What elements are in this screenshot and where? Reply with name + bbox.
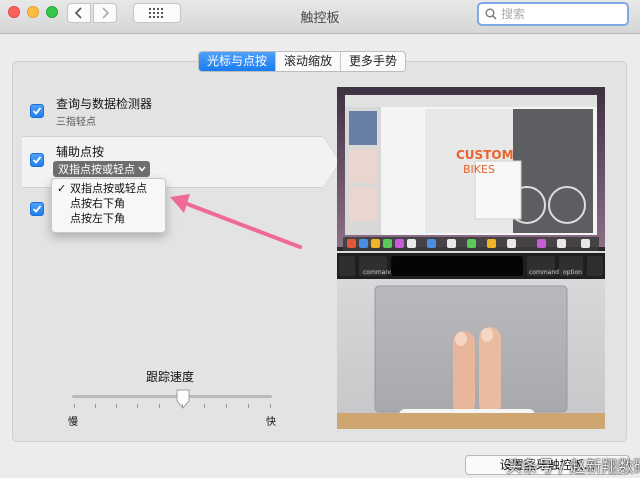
tab-bar: 光标与点按 滚动缩放 更多手势 <box>198 51 407 72</box>
third-option-checkbox[interactable] <box>30 202 44 216</box>
annotation-arrow <box>170 194 302 249</box>
title-bar: 触控板 <box>0 0 640 34</box>
slider-tick <box>204 404 205 408</box>
svg-text:option: option <box>563 269 582 276</box>
menu-item-two-finger[interactable]: ✓ 双指点按或轻点 <box>52 181 165 196</box>
slider-tick <box>248 404 249 408</box>
checkmark-icon <box>32 156 42 164</box>
tracking-speed-max: 快 <box>266 417 276 428</box>
slider-tick <box>74 404 75 408</box>
tab-point-click[interactable]: 光标与点按 <box>199 52 277 71</box>
search-input[interactable] <box>501 7 611 21</box>
checkmark-icon <box>32 205 42 213</box>
chevron-down-icon <box>138 166 146 172</box>
lookup-title: 查询与数据检测器 <box>56 97 153 111</box>
svg-text:command: command <box>529 269 559 276</box>
slider-tick <box>159 404 160 408</box>
slider-tick <box>182 404 183 408</box>
svg-text:command: command <box>363 269 393 276</box>
search-icon <box>485 8 497 20</box>
tab-scroll-zoom[interactable]: 滚动缩放 <box>276 52 342 71</box>
tracking-speed-min: 慢 <box>68 417 78 428</box>
secondary-click-checkbox[interactable] <box>30 153 44 167</box>
tracking-speed-title: 跟踪速度 <box>146 370 195 384</box>
slider-tick <box>116 404 117 408</box>
lookup-checkbox[interactable] <box>30 104 44 118</box>
svg-text:BIKES: BIKES <box>463 163 495 176</box>
menu-item-label: 点按右下角 <box>70 197 125 210</box>
lookup-subtitle: 三指轻点 <box>56 117 96 128</box>
checkmark-icon <box>32 107 42 115</box>
secondary-click-popup[interactable]: 双指点按或轻点 <box>53 161 150 177</box>
slider-tick <box>95 404 96 408</box>
menu-item-label: 点按左下角 <box>70 212 125 225</box>
slider-tick <box>137 404 138 408</box>
tracking-speed-track[interactable] <box>72 395 272 398</box>
menu-check-icon: ✓ <box>57 182 67 195</box>
preview-illustration: CUSTOM BIKES command command option <box>337 87 605 429</box>
gesture-preview: CUSTOM BIKES command command option <box>337 87 605 429</box>
search-field[interactable] <box>477 2 629 26</box>
secondary-click-title: 辅助点按 <box>56 145 105 159</box>
svg-text:CUSTOM: CUSTOM <box>456 148 514 162</box>
secondary-click-selected: 双指点按或轻点 <box>58 163 135 176</box>
slider-tick <box>226 404 227 408</box>
menu-item-bottom-right[interactable]: 点按右下角 <box>52 196 165 211</box>
tab-more-gestures[interactable]: 更多手势 <box>341 52 406 71</box>
slider-tick <box>270 404 271 408</box>
watermark: 头条号 / 赵新翔数码 <box>506 457 640 476</box>
secondary-click-menu: ✓ 双指点按或轻点 点按右下角 点按左下角 <box>51 178 166 233</box>
menu-item-bottom-left[interactable]: 点按左下角 <box>52 211 165 226</box>
tracking-speed-knob[interactable] <box>175 389 191 409</box>
menu-item-label: 双指点按或轻点 <box>70 182 147 195</box>
